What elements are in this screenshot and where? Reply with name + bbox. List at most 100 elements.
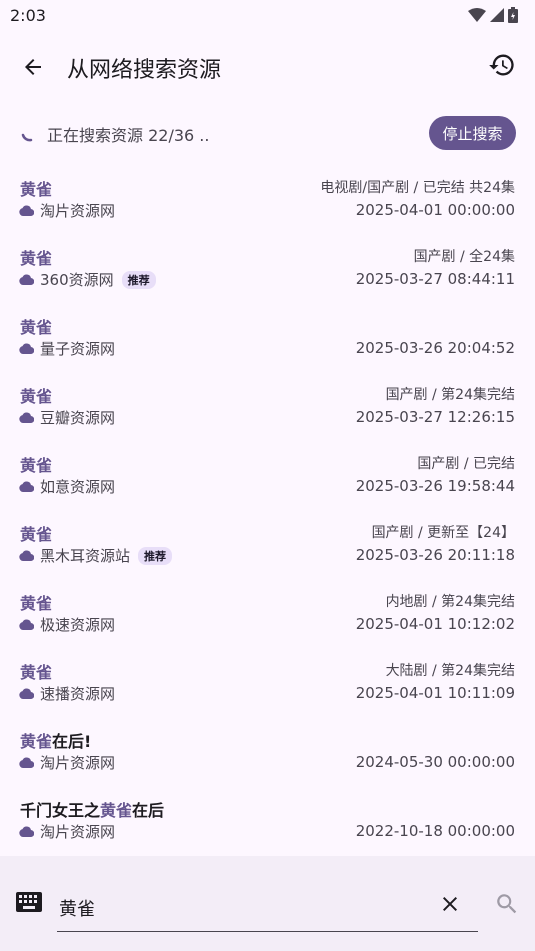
result-source-name: 淘片资源网 bbox=[40, 823, 116, 841]
result-title: 黄雀 bbox=[20, 659, 52, 683]
result-meta: 国产剧 / 全24集 bbox=[413, 249, 515, 265]
result-title: 黄雀 bbox=[20, 383, 52, 407]
result-meta: 内地剧 / 第24集完结 bbox=[385, 594, 515, 610]
result-source-name: 淘片资源网 bbox=[40, 754, 116, 772]
result-item[interactable]: 黄雀 国产剧 / 全24集 360资源网 推荐 2025-03-27 08:44… bbox=[0, 241, 535, 310]
result-source: 速播资源网 bbox=[19, 683, 115, 704]
cloud-icon bbox=[19, 757, 34, 768]
page-title: 从网络搜索资源 bbox=[67, 58, 222, 83]
arrow-left-icon bbox=[25, 59, 41, 75]
result-title-highlight: 黄雀 bbox=[20, 387, 53, 406]
result-title-highlight: 黄雀 bbox=[20, 594, 53, 613]
result-date: 2025-04-01 10:11:09 bbox=[355, 684, 515, 702]
wifi-icon bbox=[468, 8, 486, 22]
keyboard-icon[interactable] bbox=[16, 892, 42, 912]
cloud-icon bbox=[19, 343, 34, 354]
result-item[interactable]: 黄雀 量子资源网 2025-03-26 20:04:52 bbox=[0, 310, 535, 379]
result-title-highlight: 黄雀 bbox=[20, 525, 53, 544]
back-button[interactable] bbox=[18, 52, 48, 82]
cloud-icon bbox=[19, 550, 34, 561]
results-list: 黄雀 电视剧/国产剧 / 已完结 共24集 淘片资源网 2025-04-01 0… bbox=[0, 172, 535, 862]
result-date: 2022-10-18 00:00:00 bbox=[355, 822, 515, 840]
progress-text: 正在搜索资源 22/36 .. bbox=[47, 126, 210, 145]
result-source-name: 量子资源网 bbox=[40, 340, 116, 358]
stop-search-button[interactable]: 停止搜索 bbox=[429, 116, 516, 150]
result-item[interactable]: 黄雀 大陆剧 / 第24集完结 速播资源网 2025-04-01 10:11:0… bbox=[0, 655, 535, 724]
recommended-badge: 推荐 bbox=[138, 546, 173, 565]
result-title-highlight: 黄雀 bbox=[100, 801, 133, 820]
history-icon bbox=[489, 54, 514, 76]
result-date: 2025-03-27 12:26:15 bbox=[355, 408, 515, 426]
close-icon[interactable] bbox=[438, 892, 462, 916]
result-source-name: 淘片资源网 bbox=[40, 202, 116, 220]
result-source: 如意资源网 bbox=[19, 476, 115, 497]
result-title: 千门女王之黄雀在后 bbox=[20, 797, 164, 821]
result-title: 黄雀在后! bbox=[20, 728, 91, 752]
result-source: 淘片资源网 bbox=[19, 200, 115, 221]
battery-icon bbox=[508, 7, 518, 23]
result-item[interactable]: 千门女王之黄雀在后 淘片资源网 2022-10-18 00:00:00 bbox=[0, 793, 535, 862]
result-date: 2025-04-01 10:12:02 bbox=[355, 615, 515, 633]
loading-spinner-icon bbox=[21, 133, 33, 142]
result-source: 豆瓣资源网 bbox=[19, 407, 115, 428]
cloud-icon bbox=[19, 274, 34, 285]
app-bar: 从网络搜索资源 bbox=[0, 30, 535, 102]
status-time: 2:03 bbox=[10, 5, 46, 25]
result-item[interactable]: 黄雀 电视剧/国产剧 / 已完结 共24集 淘片资源网 2025-04-01 0… bbox=[0, 172, 535, 241]
result-item[interactable]: 黄雀 国产剧 / 已完结 如意资源网 2025-03-26 19:58:44 bbox=[0, 448, 535, 517]
result-title-highlight: 黄雀 bbox=[20, 732, 53, 751]
history-button[interactable] bbox=[487, 50, 517, 80]
result-title-highlight: 黄雀 bbox=[20, 663, 53, 682]
result-source-name: 黑木耳资源站 bbox=[40, 547, 131, 565]
result-source-name: 360资源网 bbox=[40, 271, 114, 289]
result-title-suffix: 在后 bbox=[132, 801, 165, 820]
result-item[interactable]: 黄雀 国产剧 / 更新至【24】 黑木耳资源站 推荐 2025-03-26 20… bbox=[0, 517, 535, 586]
result-title: 黄雀 bbox=[20, 245, 52, 269]
cloud-icon bbox=[19, 412, 34, 423]
search-input[interactable] bbox=[57, 884, 478, 932]
result-title-prefix: 千门女王之 bbox=[20, 801, 101, 820]
result-meta: 电视剧/国产剧 / 已完结 共24集 bbox=[320, 180, 515, 196]
status-bar: 2:03 bbox=[0, 0, 535, 30]
result-date: 2024-05-30 00:00:00 bbox=[355, 753, 515, 771]
cloud-icon bbox=[19, 205, 34, 216]
result-date: 2025-03-26 20:04:52 bbox=[355, 339, 515, 357]
result-title-highlight: 黄雀 bbox=[20, 249, 53, 268]
result-title-highlight: 黄雀 bbox=[20, 180, 53, 199]
result-title-suffix: 在后! bbox=[52, 732, 92, 751]
result-title: 黄雀 bbox=[20, 590, 52, 614]
cloud-icon bbox=[19, 826, 34, 837]
cloud-icon bbox=[19, 619, 34, 630]
recommended-badge: 推荐 bbox=[121, 270, 156, 289]
result-meta: 国产剧 / 已完结 bbox=[417, 456, 515, 472]
result-source-name: 如意资源网 bbox=[40, 478, 116, 496]
search-progress: 正在搜索资源 22/36 .. 停止搜索 bbox=[0, 116, 535, 150]
result-title-highlight: 黄雀 bbox=[20, 456, 53, 475]
result-source-name: 速播资源网 bbox=[40, 685, 116, 703]
result-meta: 大陆剧 / 第24集完结 bbox=[385, 663, 515, 679]
cloud-icon bbox=[19, 688, 34, 699]
result-item[interactable]: 黄雀在后! 淘片资源网 2024-05-30 00:00:00 bbox=[0, 724, 535, 793]
result-meta: 国产剧 / 更新至【24】 bbox=[371, 525, 515, 541]
result-meta: 国产剧 / 第24集完结 bbox=[385, 387, 515, 403]
result-date: 2025-03-26 20:11:18 bbox=[355, 546, 515, 564]
cloud-icon bbox=[19, 481, 34, 492]
result-source: 黑木耳资源站 推荐 bbox=[19, 545, 173, 566]
result-source-name: 豆瓣资源网 bbox=[40, 409, 116, 427]
result-date: 2025-04-01 00:00:00 bbox=[355, 201, 515, 219]
result-source: 360资源网 推荐 bbox=[19, 269, 156, 290]
result-source: 量子资源网 bbox=[19, 338, 115, 359]
result-date: 2025-03-27 08:44:11 bbox=[355, 270, 515, 288]
result-source: 淘片资源网 bbox=[19, 821, 115, 842]
result-title: 黄雀 bbox=[20, 314, 52, 338]
status-icons bbox=[468, 7, 518, 23]
result-title: 黄雀 bbox=[20, 452, 52, 476]
signal-icon bbox=[490, 8, 504, 22]
result-title-highlight: 黄雀 bbox=[20, 318, 53, 337]
result-item[interactable]: 黄雀 国产剧 / 第24集完结 豆瓣资源网 2025-03-27 12:26:1… bbox=[0, 379, 535, 448]
result-source: 淘片资源网 bbox=[19, 752, 115, 773]
result-item[interactable]: 黄雀 内地剧 / 第24集完结 极速资源网 2025-04-01 10:12:0… bbox=[0, 586, 535, 655]
search-icon[interactable] bbox=[494, 891, 520, 917]
search-bar bbox=[0, 856, 535, 951]
result-source: 极速资源网 bbox=[19, 614, 115, 635]
